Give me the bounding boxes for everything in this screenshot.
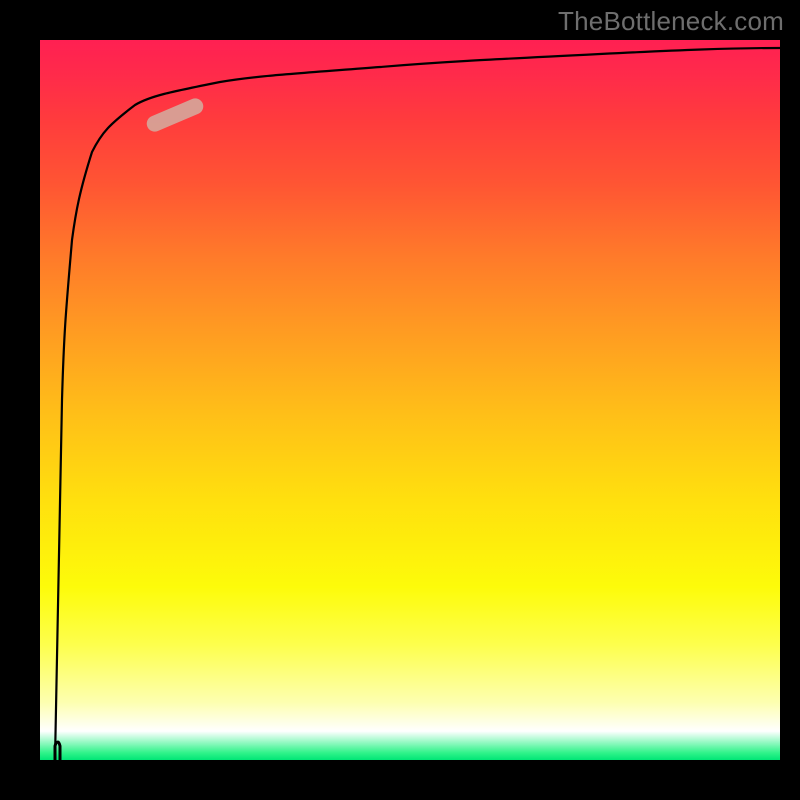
watermark-text: TheBottleneck.com <box>558 6 784 37</box>
chart-container: TheBottleneck.com <box>0 0 800 800</box>
main-curve <box>55 48 780 760</box>
curve-svg <box>40 40 780 760</box>
